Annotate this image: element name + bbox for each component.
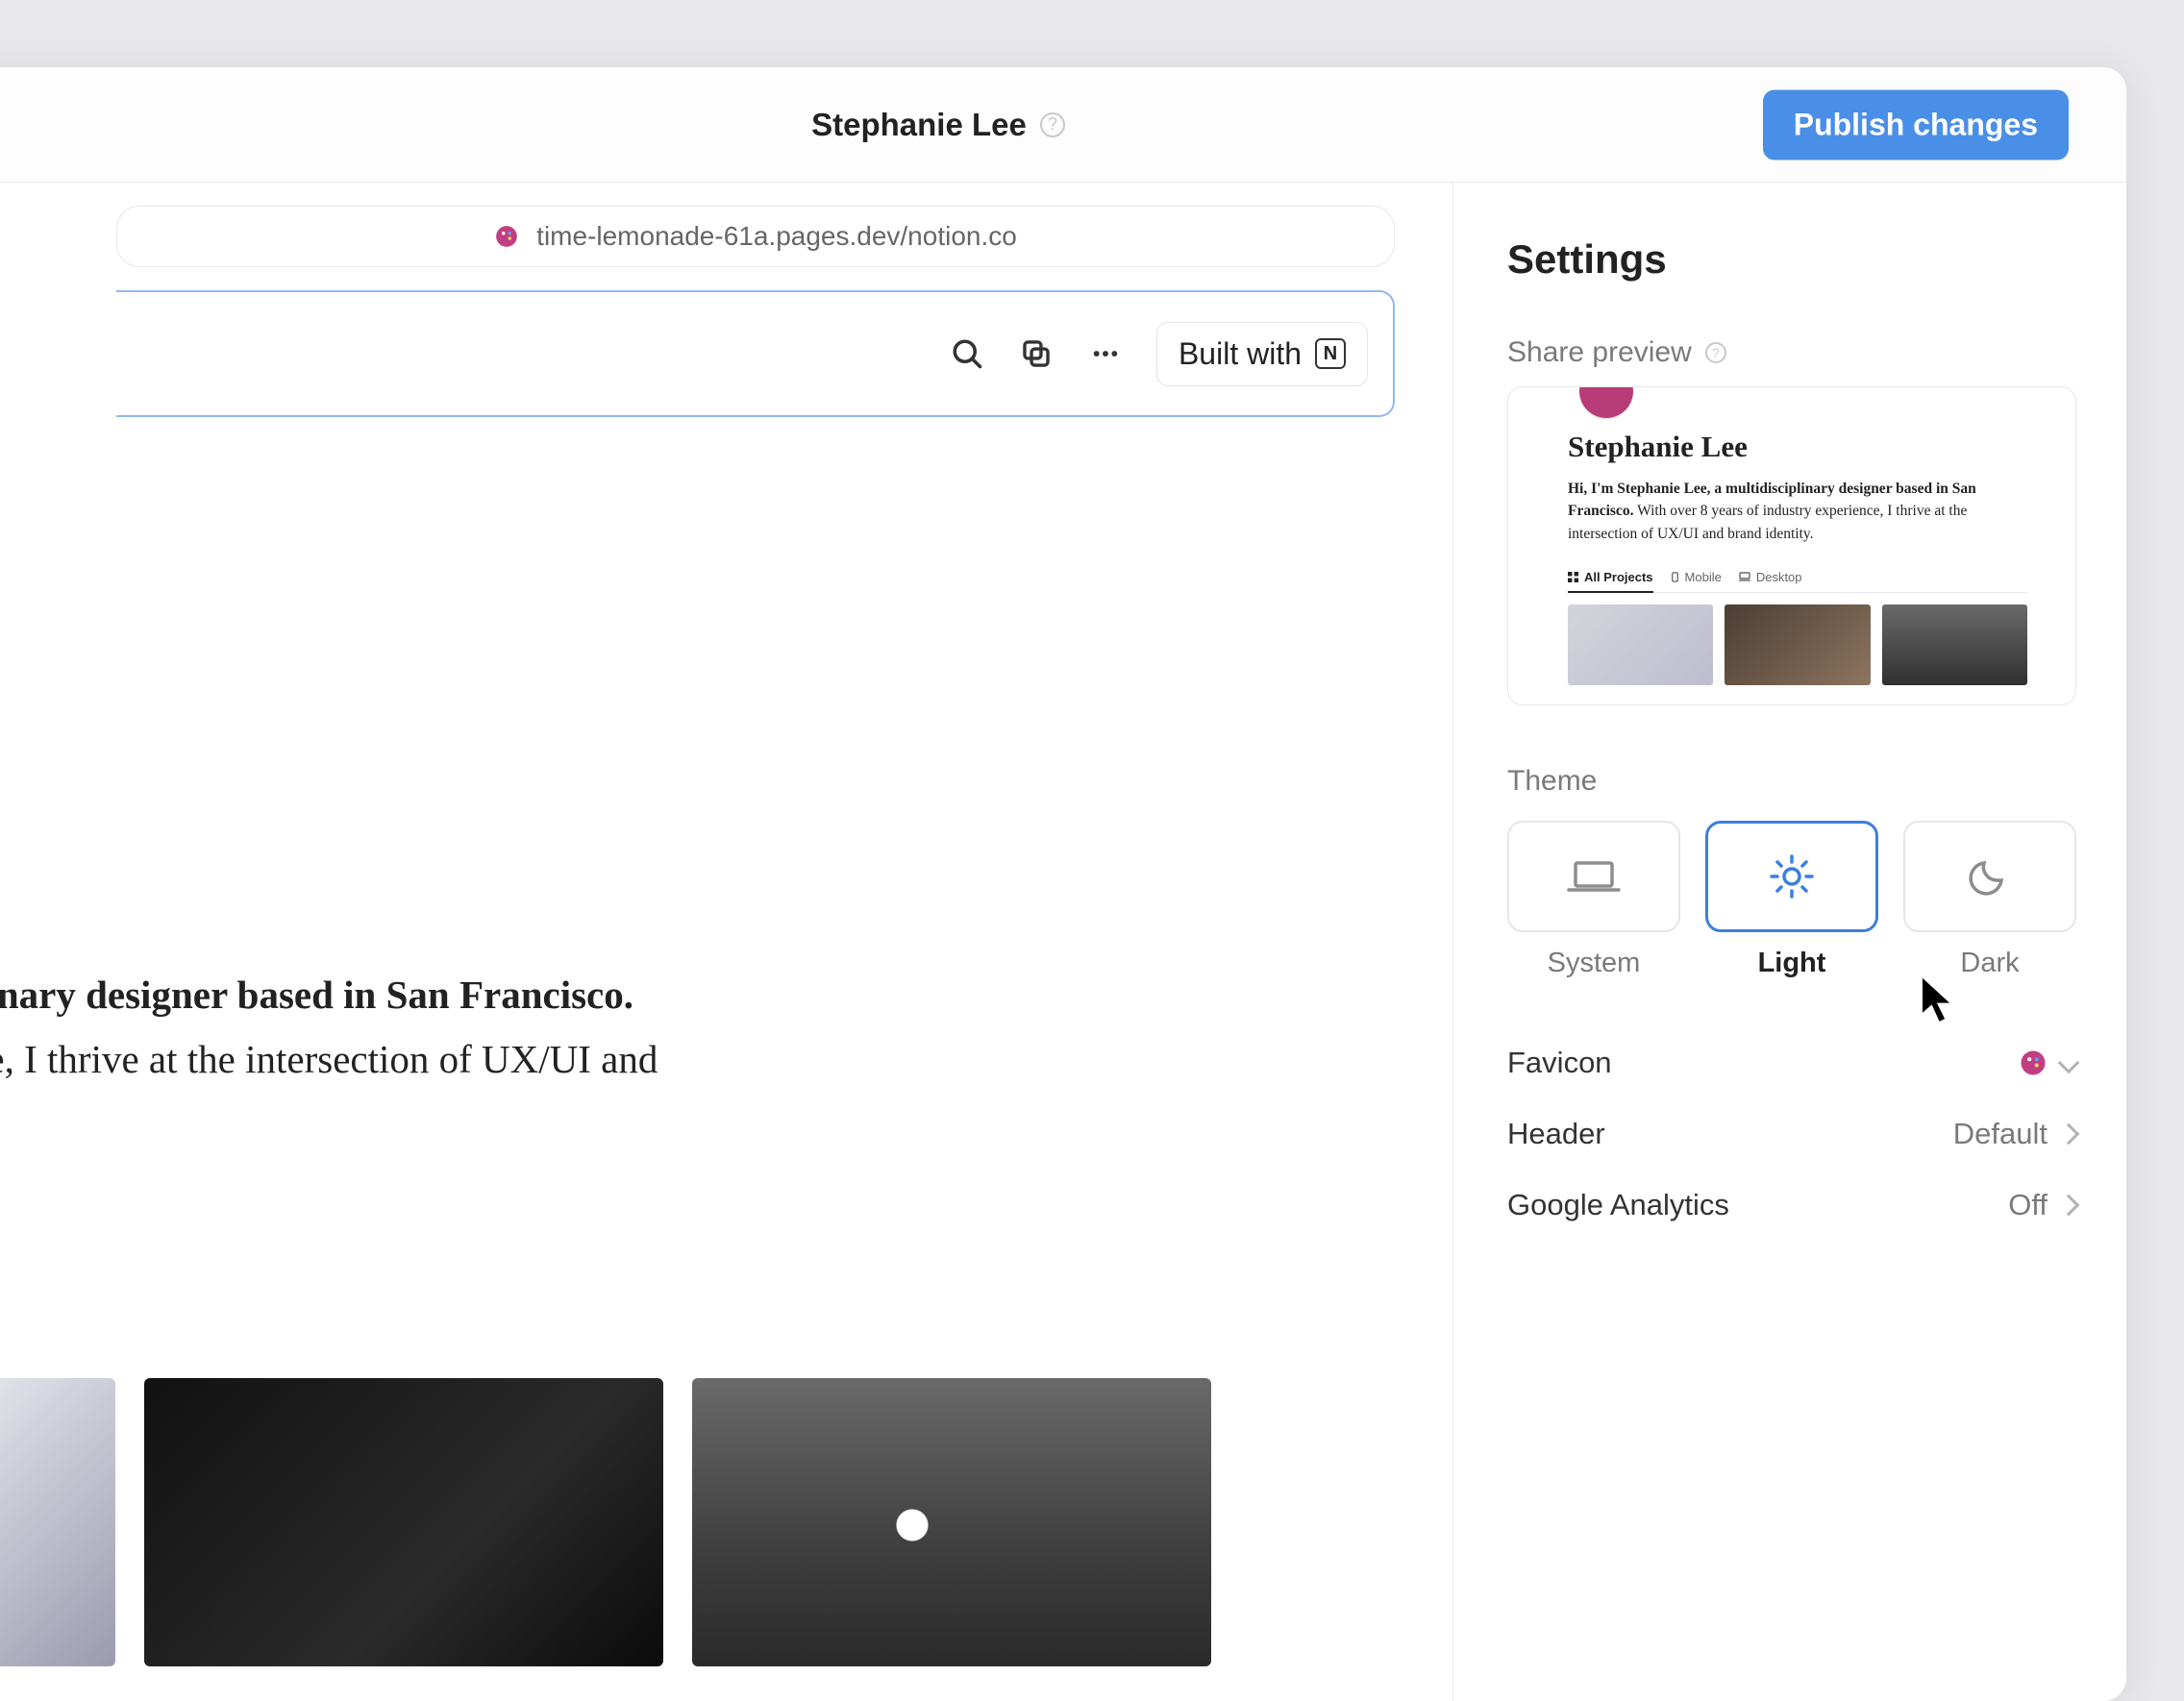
- preview-thumbnails: [0, 1378, 1395, 1666]
- preview-thumb-2[interactable]: [144, 1378, 663, 1666]
- settings-heading: Settings: [1507, 236, 2076, 283]
- setting-row-google-analytics[interactable]: Google Analytics Off: [1507, 1170, 2076, 1241]
- theme-name-dark: Dark: [1903, 948, 2076, 979]
- help-icon[interactable]: ?: [1040, 112, 1065, 137]
- share-tab-all: All Projects: [1568, 570, 1653, 593]
- moon-icon: [1969, 855, 2011, 898]
- share-preview-body: Hi, I'm Stephanie Lee, a multidisciplina…: [1568, 478, 2027, 545]
- share-preview-tabs: All Projects Mobile Desktop: [1568, 570, 2027, 593]
- search-icon[interactable]: [949, 335, 985, 372]
- favicon-label: Favicon: [1507, 1046, 1612, 1080]
- setting-rows: Favicon Header Default Google Analytics: [1507, 1027, 2076, 1241]
- share-preview-title: Stephanie Lee: [1568, 387, 2027, 464]
- app-window: Stephanie Lee ? Publish changes time-lem…: [0, 67, 2126, 1701]
- preview-tabs-row: bile Desktop: [0, 1284, 1395, 1320]
- theme-options: System: [1507, 821, 2076, 979]
- header-label: Header: [1507, 1117, 1605, 1151]
- ga-value: Off: [2008, 1188, 2048, 1222]
- more-icon[interactable]: [1087, 335, 1124, 372]
- top-bar: Stephanie Lee ? Publish changes: [0, 67, 2126, 183]
- page-title-wrap: Stephanie Lee ?: [811, 107, 1065, 143]
- setting-row-header[interactable]: Header Default: [1507, 1098, 2076, 1170]
- chevron-right-icon: [2058, 1123, 2080, 1146]
- preview-url-bar[interactable]: time-lemonade-61a.pages.dev/notion.co: [116, 206, 1395, 267]
- theme-section: Theme System: [1507, 765, 2076, 979]
- preview-url: time-lemonade-61a.pages.dev/notion.co: [536, 221, 1017, 252]
- theme-option-light[interactable]: Light: [1705, 821, 1878, 979]
- share-preview-card[interactable]: Stephanie Lee Hi, I'm Stephanie Lee, a m…: [1507, 386, 2076, 705]
- theme-name-light: Light: [1705, 948, 1878, 979]
- share-thumb-3: [1882, 604, 2027, 685]
- theme-box-light: [1705, 821, 1878, 932]
- preview-thumb-3[interactable]: [692, 1378, 1211, 1666]
- help-icon[interactable]: ?: [1705, 342, 1726, 363]
- page-intro-line3: .: [0, 1098, 1395, 1160]
- page-title: Stephanie Lee: [811, 107, 1027, 143]
- theme-label: Theme: [1507, 765, 2076, 798]
- share-preview-label: Share preview: [1507, 336, 1692, 369]
- frame-actions: [949, 335, 1124, 372]
- preview-thumb-1[interactable]: [0, 1378, 115, 1666]
- theme-box-dark: [1903, 821, 2076, 932]
- built-with-label: Built with: [1179, 336, 1302, 372]
- preview-page-content: anie Lee anie Lee, a multidisciplinary d…: [0, 417, 1395, 1666]
- page-intro-bold: anie Lee, a multidisciplinary designer b…: [0, 969, 1395, 1022]
- copy-icon[interactable]: [1018, 335, 1055, 372]
- favicon-value: [2019, 1048, 2076, 1077]
- publish-changes-button[interactable]: Publish changes: [1763, 89, 2069, 160]
- share-thumb-2: [1725, 604, 1870, 685]
- setting-row-favicon[interactable]: Favicon: [1507, 1027, 2076, 1098]
- sun-icon: [1768, 852, 1816, 900]
- built-with-badge[interactable]: Built with N: [1156, 322, 1368, 386]
- ga-label: Google Analytics: [1507, 1188, 1729, 1222]
- page-intro-line2: ars of industry experience, I thrive at …: [0, 1029, 1395, 1091]
- laptop-icon: [1567, 857, 1621, 896]
- theme-name-system: System: [1507, 948, 1680, 979]
- main-area: time-lemonade-61a.pages.dev/notion.co Bu…: [0, 183, 2126, 1701]
- share-preview-label-row: Share preview ?: [1507, 336, 2076, 369]
- chevron-down-icon: [2058, 1052, 2080, 1074]
- notion-icon: N: [1315, 338, 1346, 369]
- page-heading: anie Lee: [0, 801, 1395, 921]
- theme-option-system[interactable]: System: [1507, 821, 1680, 979]
- preview-frame-header: Built with N: [116, 290, 1395, 417]
- share-tab-desktop: Desktop: [1739, 570, 1802, 584]
- palette-icon: [2019, 1048, 2048, 1077]
- header-value: Default: [1953, 1117, 2048, 1151]
- preview-column: time-lemonade-61a.pages.dev/notion.co Bu…: [0, 183, 1453, 1701]
- chevron-right-icon: [2058, 1195, 2080, 1217]
- share-thumb-1: [1568, 604, 1713, 685]
- share-preview-thumbs: [1568, 604, 2027, 685]
- share-tab-mobile: Mobile: [1671, 570, 1722, 584]
- theme-option-dark[interactable]: Dark: [1903, 821, 2076, 979]
- palette-icon: [494, 224, 519, 249]
- theme-box-system: [1507, 821, 1680, 932]
- settings-panel: Settings Share preview ? Stephanie Lee H…: [1453, 183, 2126, 1701]
